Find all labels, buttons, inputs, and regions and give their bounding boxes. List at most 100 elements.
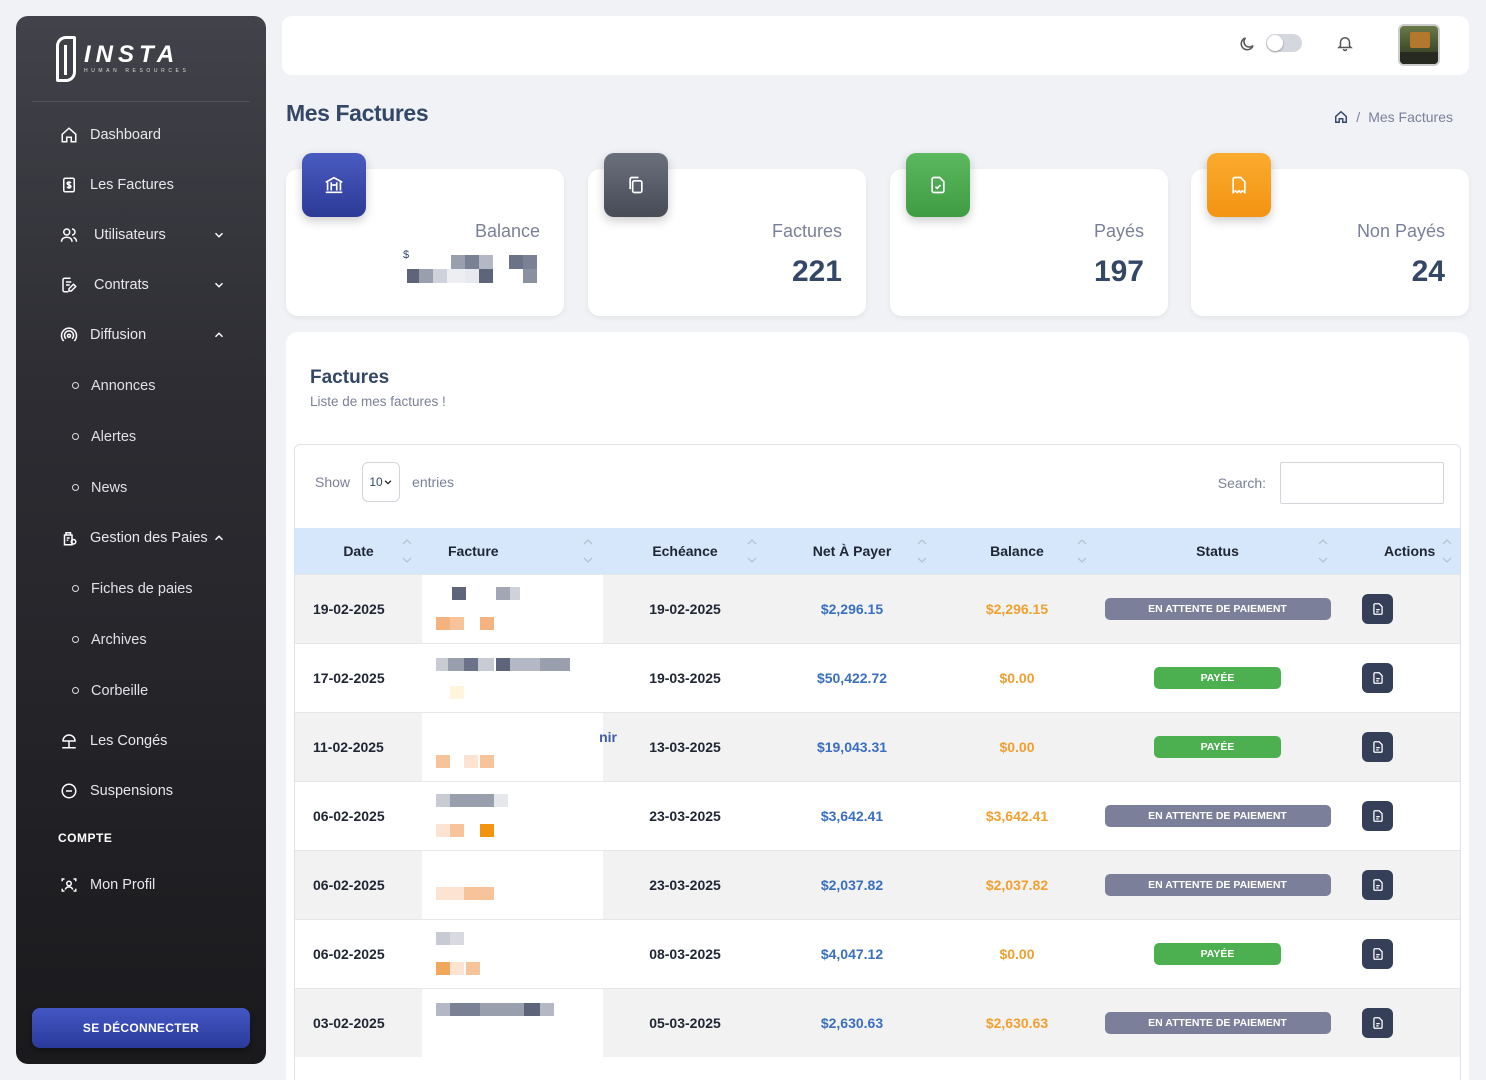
column-header-actions[interactable]: Actions (1338, 528, 1460, 574)
sidebar-item-label: Contrats (94, 277, 149, 293)
logout-button[interactable]: SE DÉCONNECTER (32, 1008, 250, 1048)
cell-actions (1338, 573, 1460, 643)
sidebar-subitem-news[interactable]: News (16, 462, 266, 513)
sidebar-subitem-annonces[interactable]: Annonces (16, 360, 266, 411)
column-header-date[interactable]: Date (295, 528, 422, 574)
sidebar-subitem-label: Corbeille (91, 682, 149, 699)
column-header-balance[interactable]: Balance (937, 528, 1097, 574)
download-pdf-button[interactable] (1362, 869, 1393, 900)
toggle-knob (1267, 35, 1283, 51)
chevron-down-icon (384, 480, 392, 485)
cell-balance: $0.00 (937, 711, 1097, 781)
cell-net-a-payer: $3,642.41 (767, 780, 937, 850)
brand-logo[interactable]: INSTA HUMAN RESOURCES (32, 16, 250, 102)
home-icon (58, 124, 80, 146)
download-pdf-button[interactable] (1362, 938, 1393, 969)
sidebar-item-utilisateurs[interactable]: Utilisateurs (16, 210, 266, 260)
sidebar-item-label: Suspensions (90, 783, 174, 799)
bullet-icon (72, 687, 79, 694)
table-row: 11-02-2025 nir 13-03-2025 $19,043.31 $0.00 PA… (295, 711, 1460, 781)
stat-card-factures: Factures 221 (588, 153, 866, 316)
column-header-echeance[interactable]: Echéance (603, 528, 767, 574)
sidebar-item-suspensions[interactable]: Suspensions (16, 766, 266, 816)
sort-icon (1077, 539, 1087, 563)
sidebar-item-contrats[interactable]: Contrats (16, 260, 266, 310)
redacted-block (480, 754, 494, 768)
cell-status: PAYÉE (1097, 642, 1338, 712)
download-pdf-button[interactable] (1362, 593, 1393, 624)
sidebar-item-label: Diffusion (90, 327, 147, 343)
home-icon[interactable] (1334, 110, 1348, 124)
redacted-block (466, 961, 480, 975)
cell-facture-redacted (422, 573, 603, 643)
sidebar-subitem-label: News (91, 479, 128, 496)
table-row: 06-02-2025 08-03-2025 $4,047.12 $0.00 PAYÉE (295, 918, 1460, 988)
sidebar-item-label: Utilisateurs (94, 227, 166, 243)
column-label: Actions (1384, 542, 1436, 559)
cell-status: EN ATTENTE DE PAIEMENT (1097, 987, 1338, 1057)
sidebar-subitem-alertes[interactable]: Alertes (16, 411, 266, 462)
page-length-select[interactable]: 10 (362, 462, 401, 502)
download-pdf-button[interactable] (1362, 800, 1393, 831)
table-row: 03-02-2025 05-03-2025 $2,630.63 $2,630.63 EN… (295, 987, 1460, 1057)
avatar[interactable] (1398, 24, 1440, 66)
status-badge: EN ATTENTE DE PAIEMENT (1104, 1011, 1331, 1034)
bullet-icon (72, 433, 79, 440)
redacted-block (452, 586, 466, 600)
sidebar-subitem-corbeille[interactable]: Corbeille (16, 665, 266, 716)
download-pdf-button[interactable] (1362, 662, 1393, 693)
sidebar-item-dashboard[interactable]: Dashboard (16, 110, 266, 160)
cell-balance: $2,296.15 (937, 573, 1097, 643)
status-badge: PAYÉE (1154, 735, 1281, 758)
page-title: Mes Factures (286, 100, 429, 126)
sidebar-subitem-fiches-paies[interactable]: Fiches de paies (16, 563, 266, 614)
download-pdf-button[interactable] (1362, 731, 1393, 762)
chevron-up-icon (214, 332, 224, 338)
sort-icon (402, 539, 412, 563)
cell-actions (1338, 711, 1460, 781)
sidebar-subitem-archives[interactable]: Archives (16, 614, 266, 665)
redacted-block (448, 657, 464, 671)
redacted-block (436, 961, 450, 975)
cell-actions (1338, 642, 1460, 712)
search-control: Search: (1218, 462, 1444, 504)
bell-icon[interactable] (1336, 34, 1354, 52)
column-header-net-a-payer[interactable]: Net À Payer (767, 528, 937, 574)
cell-facture-redacted (422, 849, 603, 919)
sidebar-item-mon-profil[interactable]: Mon Profil (16, 860, 266, 910)
pdf-file-icon (1372, 740, 1383, 753)
sidebar-item-gestion-paies[interactable]: Gestion des Paies (16, 513, 266, 563)
cell-actions (1338, 918, 1460, 988)
sort-icon (747, 539, 757, 563)
cell-status: EN ATTENTE DE PAIEMENT (1097, 849, 1338, 919)
redacted-block (510, 657, 540, 671)
dark-mode-toggle[interactable] (1266, 34, 1302, 52)
brand-tagline: HUMAN RESOURCES (84, 68, 190, 74)
redacted-block (436, 823, 450, 837)
sidebar-item-conges[interactable]: Les Congés (16, 716, 266, 766)
sidebar: INSTA HUMAN RESOURCES Dashboard Les Fact… (16, 16, 266, 1064)
column-header-status[interactable]: Status (1097, 528, 1338, 574)
cell-echeance: 19-03-2025 (603, 642, 767, 712)
moon-icon (1240, 37, 1254, 51)
sort-icon (917, 539, 927, 563)
stat-card-non-payes: Non Payés 24 (1191, 153, 1469, 316)
cell-facture-redacted (422, 987, 603, 1057)
redacted-block (494, 793, 508, 807)
redacted-block (540, 1002, 554, 1016)
column-header-facture[interactable]: Facture (422, 528, 603, 574)
contract-icon (58, 274, 80, 296)
download-pdf-button[interactable] (1362, 1007, 1393, 1038)
sidebar-item-factures[interactable]: Les Factures (16, 160, 266, 210)
bullet-icon (72, 585, 79, 592)
sidebar-item-diffusion[interactable]: Diffusion (16, 310, 266, 360)
card-subtitle: Liste de mes factures ! (310, 394, 446, 409)
top-navbar (282, 16, 1469, 75)
cell-balance: $3,642.41 (937, 780, 1097, 850)
stat-value: 197 (1093, 255, 1144, 288)
redacted-block (480, 616, 494, 630)
search-input[interactable] (1280, 462, 1444, 504)
file-check-icon (906, 153, 970, 217)
payroll-icon (58, 527, 80, 549)
cell-net-a-payer: $4,047.12 (767, 918, 937, 988)
